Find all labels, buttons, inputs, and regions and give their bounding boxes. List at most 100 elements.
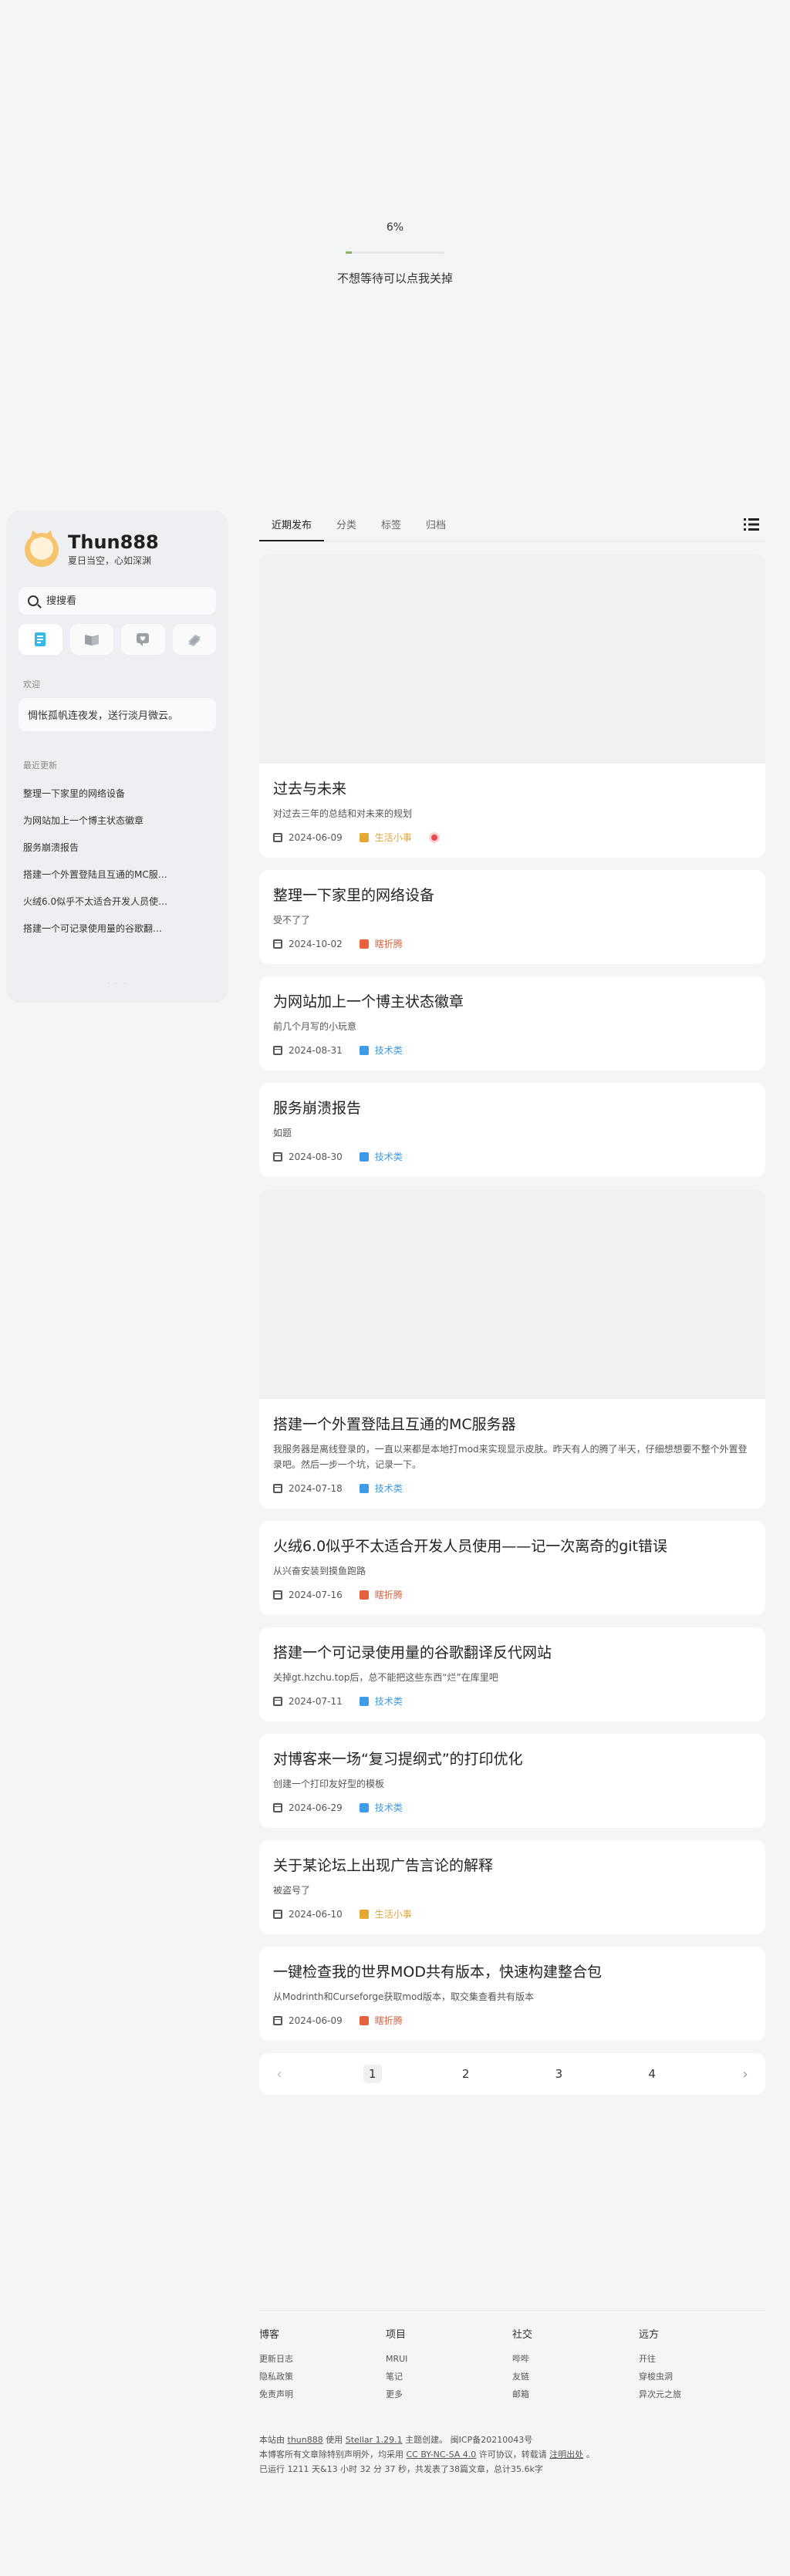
footer-credit: 本站由 thun888 使用 Stellar 1.29.1 主题创建。 闽ICP… — [259, 2433, 765, 2447]
post-category-text[interactable]: 生活小事 — [375, 831, 412, 844]
post-meta: 2024-06-29 技术类 — [273, 1801, 751, 1814]
attribution-link[interactable]: 注明出处 — [549, 2450, 583, 2460]
footer-link[interactable]: 笔记 — [386, 2368, 512, 2385]
footer-link[interactable]: 免责声明 — [259, 2385, 386, 2403]
calendar-icon — [273, 1802, 282, 1812]
post-category-text[interactable]: 生活小事 — [375, 1907, 412, 1920]
post-title[interactable]: 服务崩溃报告 — [273, 1097, 751, 1118]
post-category[interactable]: 技术类 — [359, 1482, 403, 1495]
post-category-text[interactable]: 技术类 — [375, 1801, 403, 1814]
post-card[interactable]: 服务崩溃报告 如题 2024-08-30 技术类 — [259, 1083, 765, 1177]
post-excerpt: 我服务器是离线登录的，一直以来都是本地打mod来实现显示皮肤。昨天有人的腾了半天… — [273, 1444, 748, 1470]
footer-link[interactable]: 更新日志 — [259, 2350, 386, 2368]
loading-dismiss-hint[interactable]: 不想等待可以点我关掉 — [0, 270, 790, 286]
footer-text: 主题创建。 — [405, 2435, 448, 2445]
post-category[interactable]: 技术类 — [359, 1044, 403, 1057]
post-date-text: 2024-06-10 — [289, 1908, 343, 1920]
brand[interactable]: Thun888 夏日当空，心如深渊 — [25, 532, 216, 567]
post-card[interactable]: 搭建一个可记录使用量的谷歌翻译反代网站 关掉gt.hzchu.top后，总不能把这… — [259, 1627, 765, 1721]
tab-archive[interactable]: 归档 — [414, 511, 458, 541]
post-title[interactable]: 搭建一个可记录使用量的谷歌翻译反代网站 — [273, 1641, 751, 1662]
post-card[interactable]: 一键检查我的世界MOD共有版本，快速构建整合包 从Modrinth和Cursefo… — [259, 1947, 765, 2041]
post-card[interactable]: 为网站加上一个博主状态徽章 前几个月写的小玩意 2024-08-31 技术类 — [259, 976, 765, 1071]
post-meta: 2024-10-02 瞎折腾 — [273, 937, 751, 950]
footer-link[interactable]: MRUI — [386, 2350, 512, 2368]
category-icon — [359, 1483, 369, 1493]
prev-page-icon[interactable]: ‹ — [270, 2065, 289, 2083]
post-card[interactable]: 搭建一个外置登陆且互通的MC服务器我服务器是离线登录的，一直以来都是本地打mod… — [259, 1189, 765, 1509]
post-category-text[interactable]: 技术类 — [375, 1044, 403, 1057]
tab-recent[interactable]: 近期发布 — [259, 511, 325, 541]
post-category[interactable]: 生活小事 — [359, 1907, 412, 1920]
post-category-text[interactable]: 技术类 — [375, 1482, 403, 1495]
notebook-icon[interactable] — [19, 624, 62, 655]
footer-link[interactable]: 隐私政策 — [259, 2368, 386, 2385]
recent-item[interactable]: 火绒6.0似乎不太适合开发人员使… — [19, 888, 216, 915]
post-title[interactable]: 搭建一个外置登陆且互通的MC服务器 — [273, 1413, 751, 1434]
post-card[interactable]: 关于某论坛上出现广告言论的解释被盗号了 2024-06-10 生活小事 — [259, 1840, 765, 1934]
search-input[interactable] — [46, 595, 201, 607]
post-category[interactable]: 技术类 — [359, 1801, 403, 1814]
post-title[interactable]: 关于某论坛上出现广告言论的解释 — [273, 1854, 751, 1875]
search-box[interactable] — [19, 587, 216, 615]
post-title[interactable]: 火绒6.0似乎不太适合开发人员使用——记一次离奇的git错误 — [273, 1535, 751, 1556]
post-title[interactable]: 整理一下家里的网络设备 — [273, 884, 751, 905]
footer-link[interactable]: 穿梭虫洞 — [639, 2368, 765, 2385]
site-title[interactable]: Thun888 — [68, 532, 159, 552]
post-title[interactable]: 过去与未来 — [273, 777, 751, 798]
layers-icon[interactable] — [172, 624, 216, 655]
post-title[interactable]: 对博客来一场“复习提纲式”的打印优化 — [273, 1748, 751, 1768]
recent-item[interactable]: 为网站加上一个博主状态徽章 — [19, 808, 216, 835]
avatar[interactable] — [25, 532, 59, 567]
post-card[interactable]: 过去与未来 对过去三年的总结和对未来的规划 2024-06-09 生活小事 — [259, 554, 765, 858]
post-cover-image[interactable] — [259, 554, 765, 764]
post-card[interactable]: 火绒6.0似乎不太适合开发人员使用——记一次离奇的git错误 从兴奋安装到摸鱼跑路… — [259, 1521, 765, 1615]
page-2[interactable]: 2 — [457, 2065, 475, 2083]
next-page-icon[interactable]: › — [736, 2065, 755, 2083]
post-category-text[interactable]: 技术类 — [375, 1694, 403, 1708]
footer-link[interactable]: 友链 — [512, 2368, 639, 2385]
post-meta: 2024-07-18 技术类 — [273, 1482, 751, 1495]
page-3[interactable]: 3 — [549, 2065, 568, 2083]
recent-item[interactable]: 搭建一个可记录使用量的谷歌翻… — [19, 915, 216, 942]
post-category[interactable]: 技术类 — [359, 1150, 403, 1163]
list-view-icon[interactable] — [744, 518, 759, 531]
post-category[interactable]: 生活小事 — [359, 831, 412, 844]
post-category[interactable]: 瞎折腾 — [359, 2014, 403, 2027]
icp-link[interactable]: 闽ICP备20210043号 — [451, 2435, 533, 2445]
post-category-text[interactable]: 瞎折腾 — [375, 937, 403, 950]
footer-link[interactable]: 开往 — [639, 2350, 765, 2368]
footer-link[interactable]: 哔哔 — [512, 2350, 639, 2368]
post-excerpt: 被盗号了 — [273, 1885, 311, 1896]
post-cover-image[interactable] — [259, 1189, 765, 1399]
footer-text: 。 — [586, 2450, 595, 2460]
post-category[interactable]: 技术类 — [359, 1694, 403, 1708]
theme-link[interactable]: Stellar 1.29.1 — [346, 2435, 403, 2445]
author-link[interactable]: thun888 — [288, 2435, 323, 2445]
chat-icon[interactable] — [121, 624, 165, 655]
post-title[interactable]: 为网站加上一个博主状态徽章 — [273, 990, 751, 1011]
tab-categories[interactable]: 分类 — [324, 511, 369, 541]
post-category-text[interactable]: 瞎折腾 — [375, 1588, 403, 1601]
post-date: 2024-07-11 — [273, 1696, 343, 1707]
recent-item[interactable]: 搭建一个外置登陆且互通的MC服… — [19, 861, 216, 888]
footer-link[interactable]: 更多 — [386, 2385, 512, 2403]
page-1[interactable]: 1 — [363, 2065, 382, 2083]
post-category[interactable]: 瞎折腾 — [359, 1588, 403, 1601]
post-card[interactable]: 整理一下家里的网络设备 受不了了 2024-10-02 瞎折腾 — [259, 870, 765, 964]
post-category-text[interactable]: 技术类 — [375, 1150, 403, 1163]
tab-tags[interactable]: 标签 — [369, 511, 414, 541]
book-icon[interactable] — [69, 624, 113, 655]
post-category[interactable]: 瞎折腾 — [359, 937, 403, 950]
page-4[interactable]: 4 — [643, 2065, 661, 2083]
license-link[interactable]: CC BY-NC-SA 4.0 — [407, 2450, 477, 2460]
post-title[interactable]: 一键检查我的世界MOD共有版本，快速构建整合包 — [273, 1961, 751, 1981]
post-card[interactable]: 对博客来一场“复习提纲式”的打印优化 创建一个打印友好型的模板 2024-06-29… — [259, 1734, 765, 1828]
footer-link[interactable]: 异次元之旅 — [639, 2385, 765, 2403]
post-category-text[interactable]: 瞎折腾 — [375, 2014, 403, 2027]
footer-link[interactable]: 邮箱 — [512, 2385, 639, 2403]
recent-item[interactable]: 整理一下家里的网络设备 — [19, 781, 216, 808]
welcome-text: 惆怅孤帆连夜发，送行淡月微云。 — [19, 698, 216, 731]
sidebar-nav — [19, 624, 216, 655]
recent-item[interactable]: 服务崩溃报告 — [19, 835, 216, 861]
